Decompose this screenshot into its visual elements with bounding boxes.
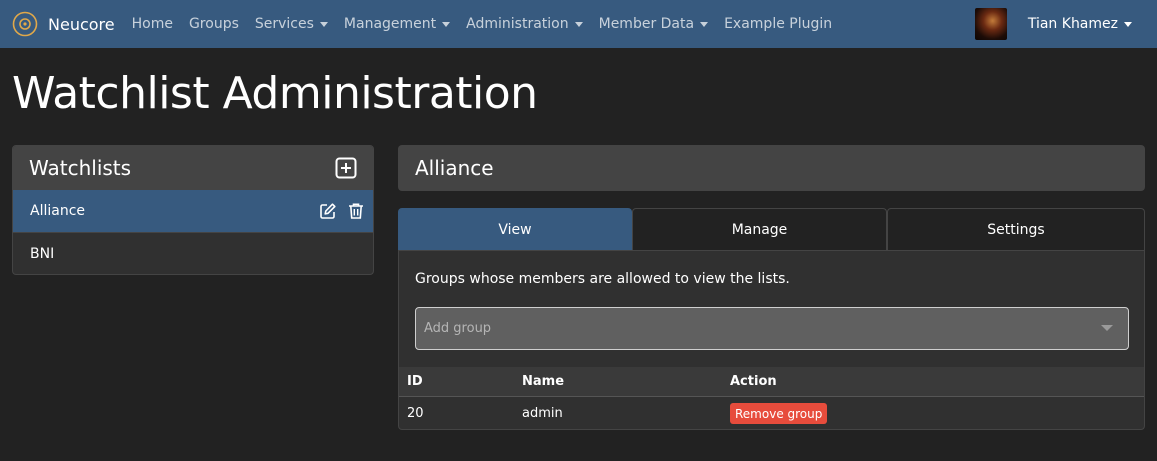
watchlist-item-alliance[interactable]: Alliance (13, 190, 373, 232)
add-group-placeholder: Add group (424, 321, 492, 336)
column-header-name: Name (522, 374, 565, 389)
tab-view[interactable]: View (398, 208, 632, 250)
cell-action: Remove group (722, 403, 828, 424)
page-title: Watchlist Administration (12, 68, 538, 119)
caret-down-icon (319, 21, 328, 27)
nav-home[interactable]: Home (132, 16, 173, 32)
nav-groups-label: Groups (188, 16, 239, 32)
avatar[interactable] (974, 8, 1007, 40)
nav-services-label: Services (254, 16, 314, 32)
table-header: ID Name Action (399, 367, 1144, 397)
watchlist-item-actions (309, 202, 365, 220)
caret-down-icon (442, 21, 451, 27)
nav-management-label: Management (343, 16, 437, 32)
nav-example-plugin-label: Example Plugin (724, 16, 833, 32)
brand-name: Neucore (48, 14, 115, 34)
tab-manage[interactable]: Manage (632, 208, 887, 250)
column-header-id: ID (407, 374, 423, 389)
watchlist-item-label: Alliance (30, 203, 86, 219)
column-header-action: Action (730, 374, 777, 389)
cell-name: admin (522, 406, 563, 421)
remove-group-button[interactable]: Remove group (730, 403, 828, 424)
nav-home-label: Home (131, 16, 173, 32)
watchlist-item-label: BNI (30, 245, 55, 262)
nav-services-dropdown[interactable]: Services (255, 16, 328, 32)
cell-id: 20 (407, 406, 424, 421)
watchlists-card: Watchlists Alliance BNI (12, 145, 374, 275)
watchlists-header: Watchlists (13, 146, 373, 190)
add-square-icon[interactable] (335, 157, 357, 179)
view-tab-panel: Groups whose members are allowed to view… (398, 250, 1145, 430)
nav-member-data-label: Member Data (598, 16, 695, 32)
neucore-logo-icon (12, 11, 38, 37)
chevron-down-icon[interactable] (1101, 325, 1113, 331)
trash-icon[interactable] (347, 202, 365, 220)
edit-icon[interactable] (319, 202, 337, 220)
watchlist-detail-title: Alliance (398, 145, 1145, 191)
watchlist-item-bni[interactable]: BNI (13, 232, 373, 274)
top-navbar: Neucore Home Groups Services Management … (0, 0, 1157, 48)
nav-member-data-dropdown[interactable]: Member Data (598, 16, 709, 32)
table-row: 20 admin Remove group (399, 397, 1144, 430)
groups-table: ID Name Action 20 admin Remove group (399, 367, 1144, 430)
user-name-label: Tian Khamez (1027, 16, 1118, 32)
panel-description: Groups whose members are allowed to view… (415, 271, 790, 287)
user-menu[interactable]: Tian Khamez (974, 8, 1132, 40)
detail-tabs: View Manage Settings (398, 208, 1145, 250)
add-group-select[interactable]: Add group (415, 307, 1129, 350)
caret-down-icon (700, 21, 709, 27)
nav-administration-label: Administration (466, 16, 569, 32)
nav-example-plugin[interactable]: Example Plugin (724, 16, 832, 32)
nav-management-dropdown[interactable]: Management (343, 16, 451, 32)
nav-links: Home Groups Services Management Administ… (132, 16, 849, 32)
nav-administration-dropdown[interactable]: Administration (466, 16, 583, 32)
tab-settings[interactable]: Settings (887, 208, 1145, 250)
watchlists-title: Watchlists (29, 156, 132, 180)
brand-link[interactable]: Neucore (12, 11, 115, 37)
nav-groups[interactable]: Groups (189, 16, 239, 32)
caret-down-icon (574, 21, 583, 27)
caret-down-icon (1124, 21, 1132, 27)
user-name-dropdown[interactable]: Tian Khamez (1028, 16, 1132, 32)
